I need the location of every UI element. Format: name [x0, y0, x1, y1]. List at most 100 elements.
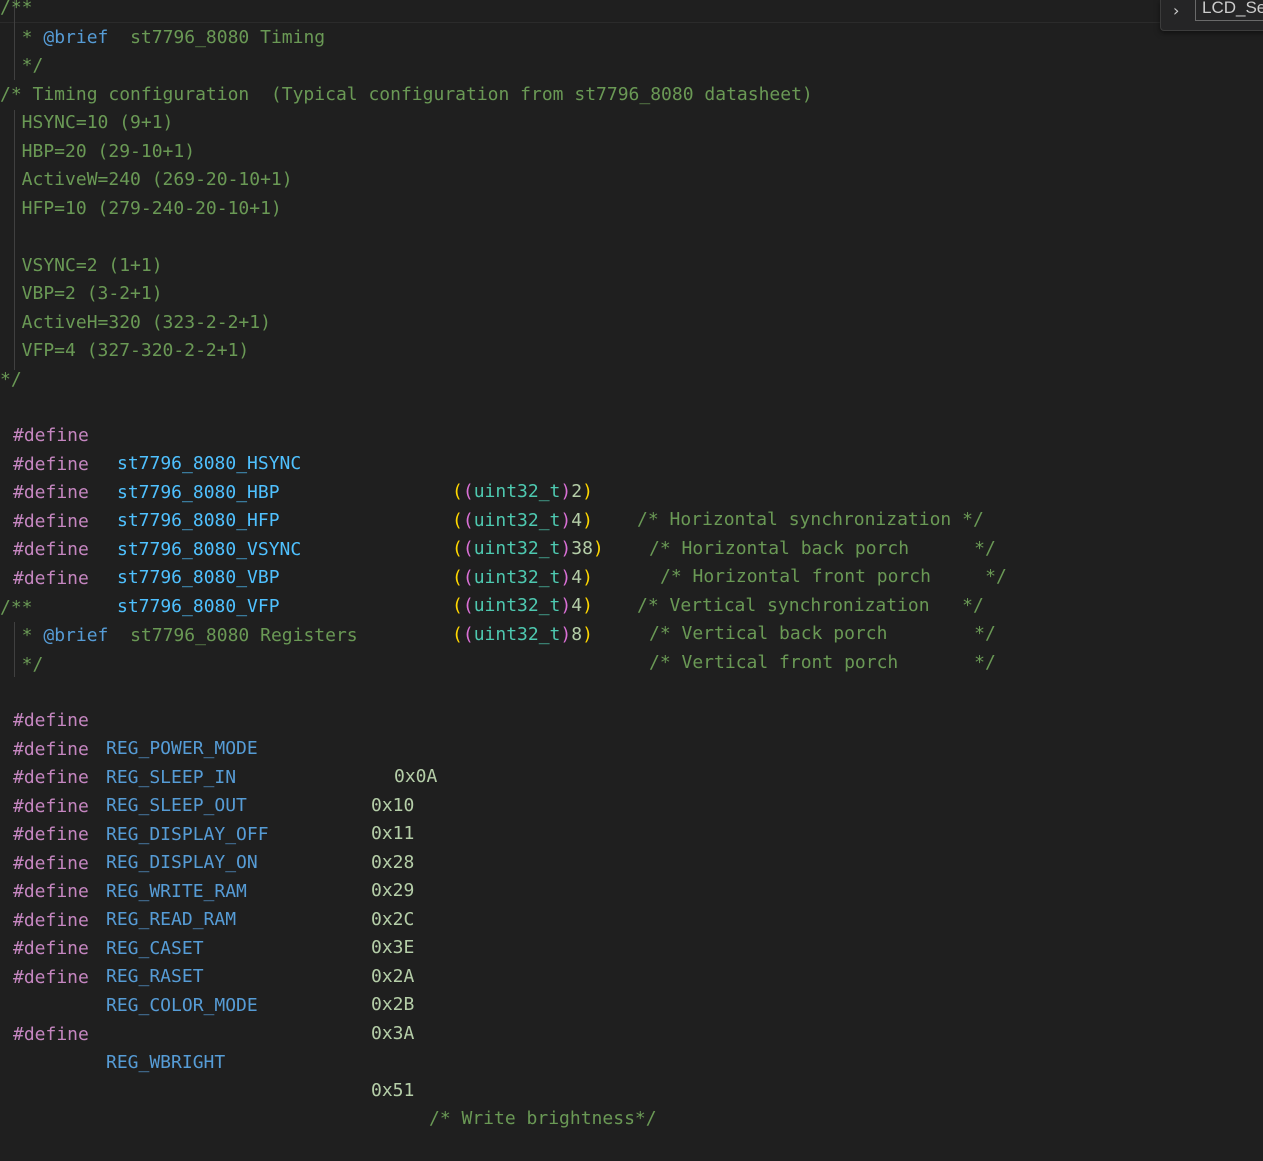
macro-name: REG_DISPLAY_ON: [106, 852, 258, 873]
code-line[interactable]: VBP=2 (3-2+1): [0, 280, 163, 308]
macro-value: 38: [571, 538, 593, 559]
macro-value: 0x3A: [371, 1023, 415, 1044]
comment-text: VBP=2 (3-2+1): [0, 283, 163, 304]
comment-text: VFP=4 (327-320-2-2+1): [0, 340, 250, 361]
code-editor[interactable]: /** * @brief st7796_8080 Timing */ /* Ti…: [0, 0, 1263, 1129]
code-line[interactable]: #define REG_COLOR_MODE 0x3A: [0, 936, 414, 1044]
macro-name: REG_SLEEP_OUT: [106, 795, 247, 816]
comment-text: VSYNC=2 (1+1): [0, 255, 163, 276]
comment-text: /**: [0, 0, 33, 18]
code-line[interactable]: HSYNC=10 (9+1): [0, 109, 174, 137]
comment-text: HFP=10 (279-240-20-10+1): [0, 198, 282, 219]
code-line[interactable]: */: [0, 651, 44, 679]
comment-text: /**: [0, 597, 33, 618]
code-line[interactable]: #define st7796_8080_VBP ((uint32_t)4) /*…: [0, 508, 996, 644]
code-line[interactable]: #define REG_READ_RAM 0x3E: [0, 850, 414, 958]
code-line[interactable]: #define st7796_8080_HSYNC ((uint32_t)2) …: [0, 394, 984, 530]
macro-value: 0x0A: [394, 766, 438, 787]
macro-value: 4: [571, 595, 583, 616]
code-line[interactable]: #define REG_WBRIGHT 0x51 /* Write bright…: [0, 993, 657, 1129]
code-line[interactable]: /* Timing configuration (Typical configu…: [0, 81, 813, 109]
code-line[interactable]: * @brief st7796_8080 Registers: [0, 622, 358, 650]
breadcrumb-label: LCD_Se: [1202, 0, 1263, 17]
macro-value: 0x2B: [371, 994, 415, 1015]
macro-value: 0x29: [371, 880, 415, 901]
chevron-right-icon[interactable]: ›: [1173, 1, 1179, 20]
code-line[interactable]: #define REG_POWER_MODE 0x0A: [0, 679, 437, 787]
type-name: uint32_t: [473, 595, 561, 616]
macro-value: 4: [571, 567, 583, 588]
macro-value: 0x2A: [371, 966, 415, 987]
macro-value: 0x28: [371, 852, 415, 873]
code-line[interactable]: */: [0, 366, 22, 394]
breadcrumb[interactable]: › LCD_Se: [1160, 0, 1263, 31]
code-line[interactable]: HFP=10 (279-240-20-10+1): [0, 195, 282, 223]
macro-name: REG_DISPLAY_OFF: [106, 824, 269, 845]
type-name: uint32_t: [473, 538, 561, 559]
comment-text: /* Timing configuration (Typical configu…: [0, 84, 813, 105]
breadcrumb-item[interactable]: LCD_Se: [1195, 0, 1263, 21]
code-line[interactable]: ActiveW=240 (269-20-10+1): [0, 166, 293, 194]
define-keyword: #define: [13, 967, 89, 988]
code-line[interactable]: #define REG_DISPLAY_OFF 0x28: [0, 765, 414, 873]
code-line[interactable]: #define REG_DISPLAY_ON 0x29: [0, 793, 414, 901]
code-line[interactable]: ActiveH=320 (323-2-2+1): [0, 309, 271, 337]
macro-value: 4: [571, 510, 583, 531]
code-line[interactable]: #define REG_WRITE_RAM 0x2C: [0, 822, 414, 930]
comment-text: /* Horizontal back porch */: [649, 538, 996, 559]
comment-text: *: [0, 625, 44, 646]
code-line[interactable]: * @brief st7796_8080 Timing: [0, 24, 325, 52]
macro-value: 8: [571, 624, 583, 645]
code-line[interactable]: #define st7796_8080_VFP ((uint32_t)8) /*…: [0, 537, 996, 673]
comment-text: */: [0, 654, 44, 675]
define-keyword: #define: [13, 568, 89, 589]
macro-value: 2: [571, 481, 583, 502]
macro-name: REG_SLEEP_IN: [106, 767, 237, 788]
comment-text: /* Write brightness*/: [429, 1108, 657, 1129]
comment-text: /* Vertical front porch */: [649, 652, 996, 673]
code-line[interactable]: #define REG_RASET 0x2B: [0, 907, 414, 1015]
code-line[interactable]: #define REG_SLEEP_IN 0x10: [0, 708, 414, 816]
macro-name: REG_WRITE_RAM: [106, 881, 247, 902]
code-line[interactable]: HBP=20 (29-10+1): [0, 138, 195, 166]
type-name: uint32_t: [473, 567, 561, 588]
code-line[interactable]: VSYNC=2 (1+1): [0, 252, 163, 280]
comment-text: ActiveW=240 (269-20-10+1): [0, 169, 293, 190]
macro-name: st7796_8080_VBP: [117, 567, 280, 588]
macro-name: REG_CASET: [106, 938, 204, 959]
type-name: uint32_t: [473, 510, 561, 531]
comment-text: HBP=20 (29-10+1): [0, 141, 196, 162]
macro-value: 0x51: [371, 1080, 415, 1101]
code-line[interactable]: #define st7796_8080_HFP ((uint32_t)38) /…: [0, 451, 1007, 587]
comment-text: /* Horizontal synchronization */: [637, 509, 984, 530]
code-line[interactable]: */: [0, 52, 44, 80]
macro-name: st7796_8080_HBP: [117, 482, 280, 503]
code-line[interactable]: #define REG_SLEEP_OUT 0x11: [0, 736, 414, 844]
comment-text: /* Horizontal front porch */: [660, 566, 1007, 587]
code-line[interactable]: #define st7796_8080_HBP ((uint32_t)4) /*…: [0, 423, 996, 559]
comment-text: st7796_8080 Timing: [108, 27, 326, 48]
comment-text: ActiveH=320 (323-2-2+1): [0, 312, 271, 333]
macro-name: REG_COLOR_MODE: [106, 995, 258, 1016]
macro-value: 0x3E: [371, 937, 415, 958]
code-line[interactable]: #define st7796_8080_VSYNC ((uint32_t)4) …: [0, 480, 984, 616]
code-line[interactable]: /**: [0, 594, 33, 622]
comment-text: HSYNC=10 (9+1): [0, 112, 174, 133]
macro-name: REG_WBRIGHT: [106, 1052, 226, 1073]
code-line[interactable]: VFP=4 (327-320-2-2+1): [0, 337, 250, 365]
macro-name: st7796_8080_VFP: [117, 596, 280, 617]
comment-text: /* Vertical back porch */: [649, 623, 996, 644]
code-line[interactable]: #define REG_CASET 0x2A: [0, 879, 414, 987]
type-name: uint32_t: [473, 481, 561, 502]
macro-name: st7796_8080_HFP: [117, 510, 280, 531]
code-line[interactable]: /**: [0, 0, 33, 22]
macro-name: st7796_8080_HSYNC: [117, 453, 302, 474]
comment-text: */: [0, 369, 22, 390]
comment-text: *: [0, 27, 44, 48]
macro-value: 0x11: [371, 823, 415, 844]
doc-tag: @brief: [43, 625, 109, 646]
macro-value: 0x10: [371, 795, 415, 816]
macro-name: REG_RASET: [106, 966, 204, 987]
doc-tag: @brief: [43, 27, 109, 48]
macro-name: st7796_8080_VSYNC: [117, 539, 302, 560]
